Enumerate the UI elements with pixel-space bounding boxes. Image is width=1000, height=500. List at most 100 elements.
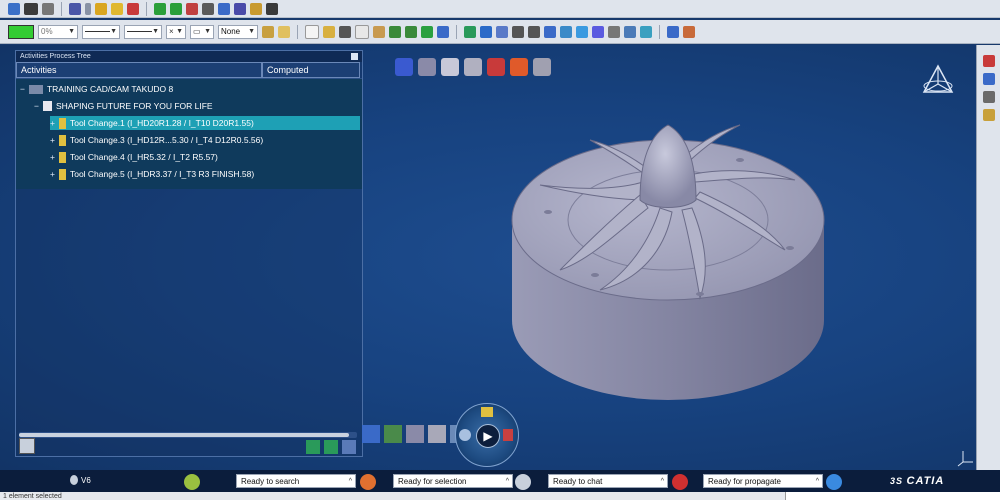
- dial-left-icon[interactable]: [459, 429, 471, 441]
- simulation-dial[interactable]: ▶: [455, 403, 519, 467]
- point-symbol-combo[interactable]: × ▼: [166, 24, 186, 39]
- command-input[interactable]: [785, 492, 1000, 500]
- isoparametric-icon[interactable]: [487, 58, 505, 76]
- linetype-combo[interactable]: ▼: [82, 24, 120, 39]
- apply-material-icon[interactable]: [640, 25, 652, 38]
- impeller-part[interactable]: [500, 120, 835, 410]
- normal-view-icon[interactable]: [544, 25, 556, 38]
- propagate-app-icon[interactable]: [672, 474, 688, 490]
- expand-minus-icon[interactable]: −: [20, 84, 25, 94]
- swap-visible-icon[interactable]: [624, 25, 636, 38]
- update-icon[interactable]: [421, 25, 433, 38]
- compass-widget[interactable]: [918, 62, 958, 102]
- help-icon[interactable]: [437, 25, 449, 38]
- render-style-combo[interactable]: ▭ ▼: [190, 24, 214, 39]
- paste-icon[interactable]: [373, 25, 385, 38]
- scrollbar-thumb[interactable]: [19, 433, 349, 437]
- shading-icon[interactable]: [592, 25, 604, 38]
- chevron-up-icon[interactable]: ^: [506, 478, 509, 485]
- compass-icon[interactable]: [8, 2, 20, 15]
- chevron-up-icon[interactable]: ^: [349, 478, 352, 485]
- layer-combo[interactable]: None ▼: [218, 24, 258, 39]
- formula-icon[interactable]: [24, 2, 38, 15]
- undo-icon[interactable]: [389, 25, 401, 38]
- zoom-in-icon[interactable]: [512, 25, 524, 38]
- tree-node-tool-change[interactable]: + Tool Change.5 (I_HDR3.37 / I_T3 R3 FIN…: [50, 167, 254, 181]
- search-status-field[interactable]: Ready to search ^: [236, 474, 356, 488]
- column-header-activities[interactable]: Activities: [16, 62, 262, 78]
- tool-icon[interactable]: [982, 109, 995, 121]
- manufacturing-program-icon[interactable]: [982, 91, 995, 103]
- drilling-icon[interactable]: [533, 58, 551, 76]
- snap-icon[interactable]: [218, 2, 230, 15]
- dial-right-icon[interactable]: [503, 429, 513, 441]
- transform-icon[interactable]: [250, 2, 262, 15]
- dropdown-icon[interactable]: [85, 2, 91, 15]
- expand-plus-icon[interactable]: +: [50, 169, 55, 179]
- transparency-combo[interactable]: 0% ▼: [38, 24, 78, 39]
- play-button[interactable]: ▶: [476, 424, 500, 448]
- stock-icon[interactable]: [406, 425, 424, 443]
- tree-node-tool-change[interactable]: + Tool Change.4 (I_HR5.32 / I_T2 R5.57): [50, 150, 218, 164]
- expand-plus-icon[interactable]: +: [50, 118, 55, 128]
- move-icon[interactable]: [154, 2, 166, 15]
- replay-icon[interactable]: [362, 425, 380, 443]
- rotate-icon[interactable]: [186, 2, 198, 15]
- measure-icon[interactable]: [202, 2, 214, 15]
- column-header-computed[interactable]: Computed: [262, 62, 360, 78]
- grid-icon[interactable]: [127, 2, 139, 15]
- roughing-icon[interactable]: [395, 58, 413, 76]
- tree-node-tool-change[interactable]: + Tool Change.1 (I_HD20R1.28 / I_T10 D20…: [50, 116, 360, 130]
- color-swatch[interactable]: [8, 24, 34, 39]
- pan-icon[interactable]: [170, 2, 182, 15]
- tree-node-program[interactable]: − SHAPING FUTURE FOR YOU FOR LIFE: [34, 99, 213, 113]
- select-icon[interactable]: [69, 2, 81, 15]
- tree-action-icon[interactable]: [306, 440, 320, 454]
- new-icon[interactable]: [305, 24, 319, 39]
- chat-status-field[interactable]: Ready to chat ^: [548, 474, 668, 488]
- part-operation-icon[interactable]: [982, 73, 995, 85]
- fit-all-icon[interactable]: [464, 25, 476, 38]
- constraint-icon[interactable]: [234, 2, 246, 15]
- propagate-status-field[interactable]: Ready for propagate ^: [703, 474, 823, 488]
- save-icon[interactable]: [111, 2, 123, 15]
- redo-icon[interactable]: [405, 25, 417, 38]
- dial-users-icon[interactable]: [481, 407, 493, 417]
- multi-axis-icon[interactable]: [510, 58, 528, 76]
- tools-icon[interactable]: [683, 25, 695, 38]
- chat-app-icon[interactable]: [515, 474, 531, 490]
- hide-show-icon[interactable]: [608, 25, 620, 38]
- pan-view-icon[interactable]: [480, 25, 492, 38]
- selection-app-icon[interactable]: [360, 474, 376, 490]
- tree-options-icon[interactable]: [19, 438, 35, 454]
- panel-close-icon[interactable]: [351, 53, 358, 60]
- chevron-up-icon[interactable]: ^: [816, 478, 819, 485]
- expand-plus-icon[interactable]: +: [50, 135, 55, 145]
- catalog-icon[interactable]: [667, 25, 679, 38]
- mirror-icon[interactable]: [266, 2, 278, 15]
- cut-icon[interactable]: [339, 25, 351, 38]
- machine-icon[interactable]: [982, 55, 995, 67]
- tree-action-icon[interactable]: [342, 440, 356, 454]
- tree-action-icon[interactable]: [324, 440, 338, 454]
- painter-icon[interactable]: [278, 25, 290, 38]
- open-icon[interactable]: [323, 25, 335, 38]
- contour-driven-icon[interactable]: [464, 58, 482, 76]
- iso-view-icon[interactable]: [576, 25, 588, 38]
- search-app-icon[interactable]: [184, 474, 200, 490]
- copy-icon[interactable]: [355, 24, 369, 39]
- zoom-out-icon[interactable]: [528, 25, 540, 38]
- expand-minus-icon[interactable]: −: [34, 101, 39, 111]
- nc-code-icon[interactable]: [428, 425, 446, 443]
- horizontal-scrollbar[interactable]: [19, 432, 357, 438]
- share-app-icon[interactable]: [826, 474, 842, 490]
- selection-status-field[interactable]: Ready for selection ^: [393, 474, 513, 488]
- toolpath-icon[interactable]: [384, 425, 402, 443]
- thickness-combo[interactable]: ▼: [124, 24, 162, 39]
- brush-icon[interactable]: [262, 25, 274, 38]
- tree-node-tool-change[interactable]: + Tool Change.3 (I_HD12R...5.30 / I_T4 D…: [50, 133, 263, 147]
- sweeping-icon[interactable]: [418, 58, 436, 76]
- rotate-view-icon[interactable]: [496, 25, 508, 38]
- multi-view-icon[interactable]: [560, 25, 572, 38]
- expand-plus-icon[interactable]: +: [50, 152, 55, 162]
